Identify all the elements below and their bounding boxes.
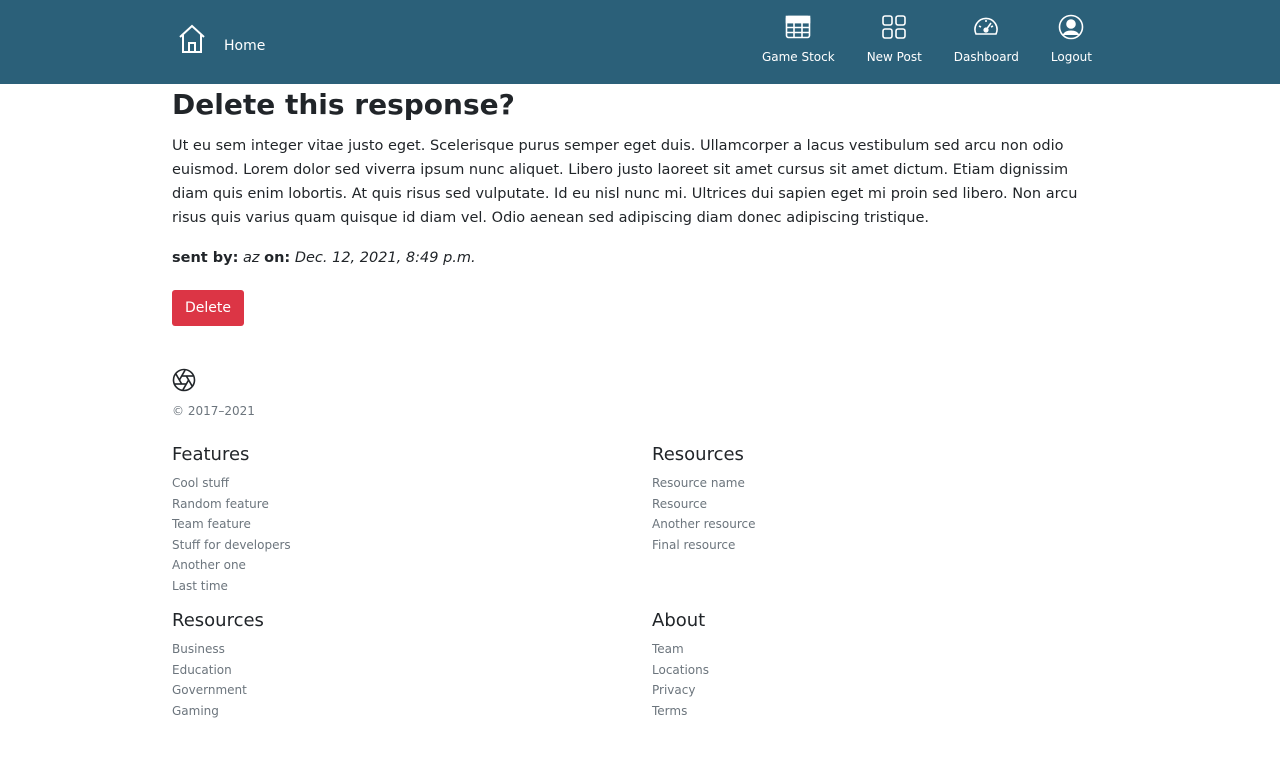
nav-links: Game Stock New Post Dashboard Logout [762,14,1092,64]
copyright: © 2017–2021 [172,404,255,418]
home-label: Home [224,38,266,54]
footer-col-features: Features Cool stuff Random feature Team … [172,430,652,596]
main-content: Delete this response? Ut eu sem integer … [172,84,1108,326]
footer-link[interactable]: Business [172,642,225,656]
nav-item-new-post[interactable]: New Post [867,14,922,64]
footer: © 2017–2021 Features Cool stuff Random f… [172,368,1108,721]
nav-item-logout[interactable]: Logout [1051,14,1092,64]
nav-label-dashboard: Dashboard [953,50,1019,64]
top-navbar: Home Game Stock New Post Dashboard Logou… [0,0,1280,84]
footer-heading: About [652,610,706,631]
footer-link[interactable]: Locations [652,663,709,677]
footer-link[interactable]: Resource [652,497,707,511]
home-link[interactable]: Home [172,21,265,61]
response-body: Ut eu sem integer vitae justo eget. Scel… [172,138,1078,226]
footer-link[interactable]: Government [172,683,247,697]
footer-link[interactable]: Team [652,642,684,656]
footer-col-resources-2: Resources Business Education Government … [172,596,652,721]
response-meta: sent by: az on: Dec. 12, 2021, 8:49 p.m. [172,246,1108,270]
footer-link[interactable]: Final resource [652,538,735,552]
four-squares-icon [881,14,907,50]
footer-link[interactable]: Last time [172,579,228,593]
sent-by-value: az [243,250,260,266]
aperture-icon [172,368,1108,396]
footer-heading: Resources [652,444,744,465]
home-icon [172,22,212,60]
footer-link[interactable]: Privacy [652,683,695,697]
footer-link[interactable]: Cool stuff [172,476,229,490]
page-title: Delete this response? [172,88,515,121]
footer-link[interactable]: Gaming [172,704,219,718]
footer-link[interactable]: Team feature [172,517,251,531]
user-circle-icon [1058,14,1084,50]
footer-link[interactable]: Terms [652,704,687,718]
footer-link[interactable]: Stuff for developers [172,538,291,552]
nav-label-game-stock: Game Stock [761,50,835,64]
footer-link[interactable]: Another resource [652,517,756,531]
footer-link[interactable]: Education [172,663,232,677]
speedometer-icon [973,14,999,50]
date-label: on: [264,250,291,266]
footer-col-about: About Team Locations Privacy Terms [652,596,1108,721]
table-grid-icon [785,14,811,50]
delete-button[interactable]: Delete [172,290,244,326]
date-value: Dec. 12, 2021, 8:49 p.m. [294,250,476,266]
sent-by-label: sent by: [172,250,239,266]
nav-label-logout: Logout [1050,50,1092,64]
footer-columns: Features Cool stuff Random feature Team … [172,430,1108,721]
footer-heading: Features [172,444,250,465]
nav-item-game-stock[interactable]: Game Stock [762,14,835,64]
footer-link[interactable]: Another one [172,558,246,572]
nav-label-new-post: New Post [866,50,922,64]
footer-col-resources: Resources Resource name Resource Another… [652,430,1108,596]
nav-item-dashboard[interactable]: Dashboard [954,14,1019,64]
footer-heading: Resources [172,610,264,631]
footer-link[interactable]: Resource name [652,476,745,490]
footer-link[interactable]: Random feature [172,497,269,511]
